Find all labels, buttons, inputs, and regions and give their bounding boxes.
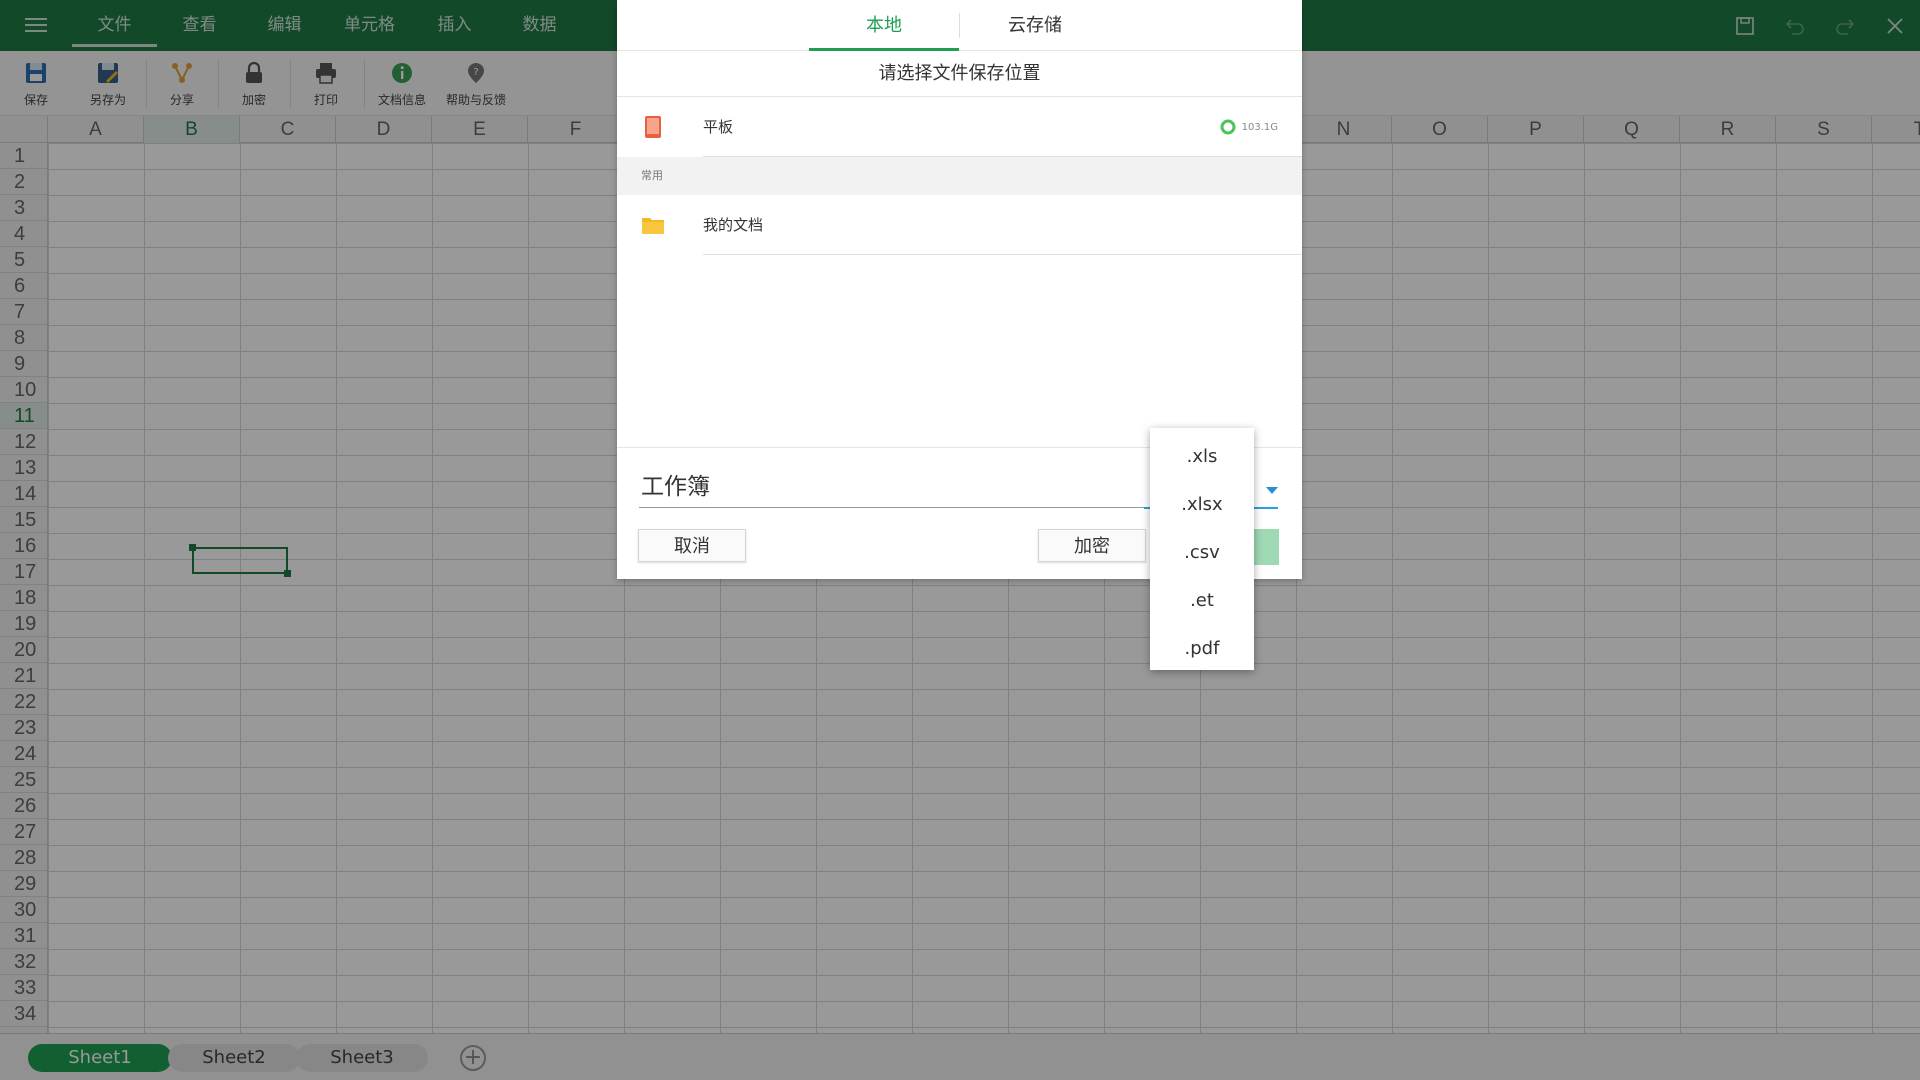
location-name: 平板 [703, 118, 734, 136]
file-type-option-pdf[interactable]: .pdf [1150, 625, 1254, 673]
row-divider [703, 254, 1302, 255]
folder-icon [641, 213, 665, 237]
file-type-option-xls[interactable]: .xls [1150, 433, 1254, 481]
file-type-option-xlsx[interactable]: .xlsx [1150, 481, 1254, 529]
cancel-button[interactable]: 取消 [638, 529, 746, 562]
chevron-down-icon[interactable] [1266, 487, 1278, 494]
dialog-title: 请选择文件保存位置 [617, 51, 1302, 97]
location-tablet[interactable]: 平板 103.1G [617, 97, 1302, 157]
storage-size: 103.1G [1241, 121, 1278, 133]
filename-input[interactable]: 工作簿 [639, 466, 1144, 508]
location-my-documents[interactable]: 我的文档 [617, 195, 1302, 255]
location-name: 我的文档 [703, 216, 764, 234]
tab-local[interactable]: 本地 [809, 0, 959, 51]
section-header-common: 常用 [617, 157, 1302, 195]
storage-ring-icon [1220, 119, 1236, 135]
storage-tabs: 本地 云存储 [617, 0, 1302, 51]
encrypt-button[interactable]: 加密 [1038, 529, 1146, 562]
tab-cloud-storage[interactable]: 云存储 [960, 0, 1110, 51]
file-type-dropdown: .xls .xlsx .csv .et .pdf [1150, 428, 1254, 670]
storage-indicator: 103.1G [1220, 97, 1278, 157]
file-type-option-csv[interactable]: .csv [1150, 529, 1254, 577]
file-type-option-et[interactable]: .et [1150, 577, 1254, 625]
tablet-icon [641, 115, 665, 139]
